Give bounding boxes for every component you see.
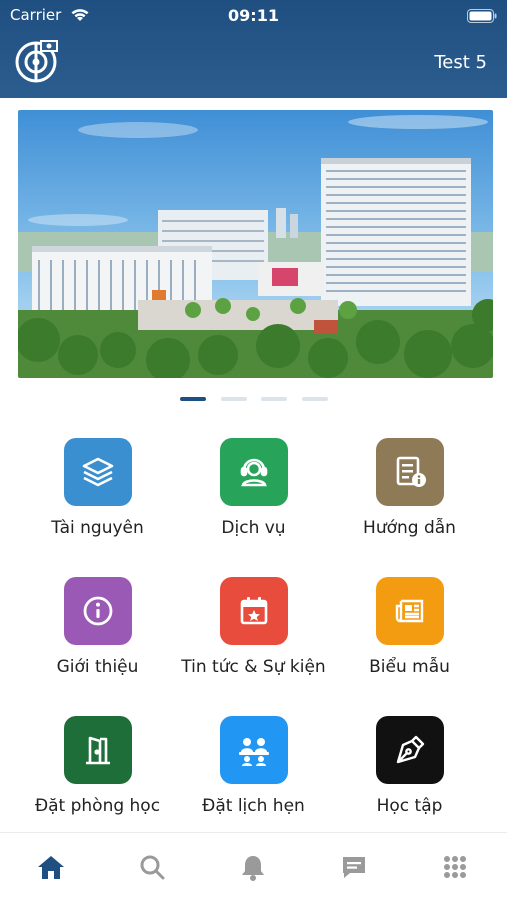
user-name[interactable]: Test 5 bbox=[434, 52, 487, 73]
menu-label: Đặt lịch hẹn bbox=[202, 796, 305, 816]
document-info-icon bbox=[375, 438, 444, 506]
newspaper-icon bbox=[375, 577, 444, 645]
tab-home[interactable] bbox=[0, 833, 101, 900]
menu-label: Tài nguyên bbox=[51, 518, 144, 538]
tab-notifications[interactable] bbox=[202, 833, 303, 900]
tab-messages[interactable] bbox=[303, 833, 404, 900]
search-icon bbox=[140, 855, 164, 880]
menu-item-dat-phong-hoc[interactable]: Đặt phòng học bbox=[13, 706, 182, 831]
menu-item-hoc-tap[interactable]: Học tập bbox=[325, 706, 494, 831]
menu-label: Dịch vụ bbox=[221, 518, 286, 538]
app-header: Carrier 09:11 Test 5 bbox=[0, 0, 507, 98]
campus-photo bbox=[18, 110, 493, 378]
pager-dot-1[interactable] bbox=[180, 397, 206, 401]
pager-dot-2[interactable] bbox=[221, 397, 247, 401]
carousel-pager bbox=[0, 397, 507, 403]
chat-icon bbox=[342, 857, 365, 878]
calendar-star-icon bbox=[219, 577, 288, 645]
menu-item-tai-nguyen[interactable]: Tài nguyên bbox=[13, 428, 182, 553]
menu-label: Học tập bbox=[376, 796, 443, 816]
pager-dot-4[interactable] bbox=[302, 397, 328, 401]
university-logo[interactable] bbox=[14, 38, 60, 84]
menu-item-dich-vu[interactable]: Dịch vụ bbox=[169, 428, 338, 553]
menu-label: Tin tức & Sự kiện bbox=[181, 657, 326, 677]
tab-more[interactable] bbox=[404, 833, 505, 900]
clock: 09:11 bbox=[228, 6, 279, 25]
menu-item-gioi-thieu[interactable]: Giới thiệu bbox=[13, 567, 182, 692]
apps-grid-icon bbox=[443, 856, 466, 878]
menu-item-bieu-mau[interactable]: Biểu mẫu bbox=[325, 567, 494, 692]
menu-item-huong-dan[interactable]: Hướng dẫn bbox=[325, 428, 494, 553]
menu-label: Hướng dẫn bbox=[363, 518, 456, 538]
door-icon bbox=[63, 716, 132, 784]
menu-item-dat-lich-hen[interactable]: Đặt lịch hẹn bbox=[169, 706, 338, 831]
pager-dot-3[interactable] bbox=[261, 397, 287, 401]
menu-label: Giới thiệu bbox=[56, 657, 139, 677]
bell-icon bbox=[241, 856, 264, 881]
layers-icon bbox=[63, 438, 132, 506]
status-bar: Carrier 09:11 bbox=[0, 0, 507, 32]
bottom-tab-bar bbox=[0, 832, 507, 900]
tab-search[interactable] bbox=[101, 833, 202, 900]
meeting-icon bbox=[219, 716, 288, 784]
info-icon bbox=[63, 577, 132, 645]
home-icon bbox=[37, 856, 64, 879]
support-agent-icon bbox=[219, 438, 288, 506]
banner-carousel[interactable] bbox=[18, 110, 493, 378]
menu-label: Đặt phòng học bbox=[34, 796, 161, 816]
menu-item-tin-tuc-su-kien[interactable]: Tin tức & Sự kiện bbox=[169, 567, 338, 692]
pen-nib-icon bbox=[375, 716, 444, 784]
menu-label: Biểu mẫu bbox=[369, 657, 450, 677]
battery-icon bbox=[467, 8, 497, 27]
